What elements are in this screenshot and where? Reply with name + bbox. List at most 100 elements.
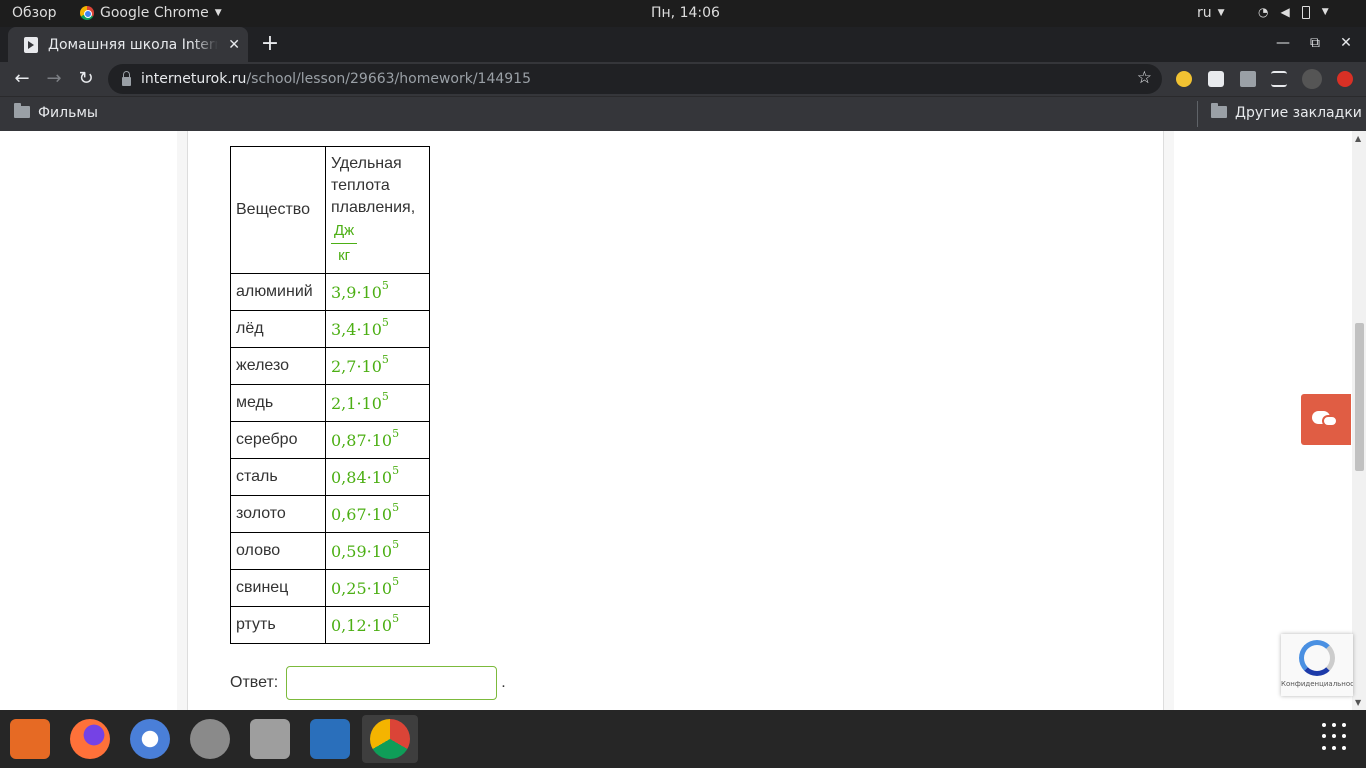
heat-value-mantissa: 0,25·10: [331, 578, 393, 598]
lock-icon: [122, 70, 131, 86]
heat-value: 3,4·105: [331, 316, 389, 339]
heat-value-exponent: 5: [381, 390, 389, 404]
heat-value-mantissa: 0,84·10: [331, 467, 393, 487]
substance-cell: ртуть: [230, 606, 326, 644]
clock[interactable]: Пн, 14:06: [651, 5, 720, 21]
recaptcha-badge[interactable]: Конфиденциальность - Условия: [1281, 634, 1353, 696]
substance-cell: серебро: [230, 421, 326, 459]
dock-writer[interactable]: [305, 715, 355, 763]
reload-icon[interactable]: ↻: [73, 66, 99, 92]
media-control-icon[interactable]: [1271, 71, 1287, 87]
overview-button[interactable]: Обзор: [12, 5, 57, 21]
dock-chromium[interactable]: [125, 715, 175, 763]
heat-value-mantissa: 3,9·10: [331, 282, 382, 302]
heat-value-cell: 0,84·105: [325, 458, 430, 496]
lesson-card: Вещество Удельная теплота плавления, Дж …: [187, 131, 1164, 710]
table-row: олово 0,59·105: [230, 532, 430, 570]
heat-value-mantissa: 0,87·10: [331, 430, 393, 450]
heat-value-exponent: 5: [392, 464, 400, 478]
answer-row: Ответ: .: [230, 666, 506, 700]
heat-value-mantissa: 0,59·10: [331, 541, 393, 561]
browser-tab[interactable]: Домашняя школа Interne ✕: [8, 27, 248, 62]
other-bookmarks[interactable]: Другие закладки: [1211, 103, 1362, 121]
dock-files[interactable]: [245, 715, 295, 763]
heat-value-mantissa: 0,67·10: [331, 504, 393, 524]
heat-value: 0,67·105: [331, 501, 399, 524]
heat-value-mantissa: 3,4·10: [331, 319, 382, 339]
bookmark-star-icon[interactable]: ☆: [1137, 68, 1152, 88]
dock-firefox[interactable]: [65, 715, 115, 763]
volume-icon: ◀: [1280, 5, 1290, 19]
chat-button[interactable]: [1301, 394, 1351, 445]
chromium-icon: [130, 719, 170, 759]
heat-value: 0,87·105: [331, 427, 399, 450]
heat-value-mantissa: 0,12·10: [331, 615, 393, 635]
address-bar[interactable]: interneturok.ru/school/lesson/29663/home…: [108, 64, 1162, 94]
heat-value-cell: 3,4·105: [325, 310, 430, 348]
scroll-up-icon[interactable]: ▲: [1355, 134, 1361, 143]
header-heat-label: Удельная теплота плавления,: [331, 154, 416, 216]
caret-down-icon: ▼: [214, 8, 222, 18]
app-center-icon: [10, 719, 50, 759]
show-apps-button[interactable]: [1322, 723, 1350, 751]
unit-denominator: кг: [338, 246, 351, 264]
header-heat: Удельная теплота плавления, Дж кг: [325, 146, 430, 274]
answer-input[interactable]: [286, 666, 498, 700]
maximize-button[interactable]: ⧉: [1305, 35, 1325, 51]
caret-down-icon: ▼: [1217, 8, 1225, 18]
heat-value-exponent: 5: [392, 612, 400, 626]
dock-app-center[interactable]: [5, 715, 55, 763]
divider: [1197, 101, 1198, 127]
table-row: серебро 0,87·105: [230, 421, 430, 459]
heat-value: 0,59·105: [331, 538, 399, 561]
bookmark-folder-films[interactable]: Фильмы: [14, 103, 98, 121]
dock-chrome[interactable]: [362, 715, 418, 763]
heat-value-cell: 0,87·105: [325, 421, 430, 459]
tab-close-icon[interactable]: ✕: [228, 37, 240, 53]
language-indicator[interactable]: ru ▼: [1197, 5, 1225, 21]
emoji-extension-icon[interactable]: [1176, 71, 1192, 87]
app-menu-label: Google Chrome: [100, 5, 209, 21]
writer-icon: [310, 719, 350, 759]
table-row: железо 2,7·105: [230, 347, 430, 385]
heat-value-exponent: 5: [381, 353, 389, 367]
language-label: ru: [1197, 5, 1212, 21]
dock: [0, 710, 1366, 768]
substance-cell: медь: [230, 384, 326, 422]
heat-value-exponent: 5: [392, 538, 400, 552]
url-host: interneturok.ru: [141, 71, 247, 87]
heat-value: 0,25·105: [331, 575, 399, 598]
dock-settings[interactable]: [185, 715, 235, 763]
page-content: Вещество Удельная теплота плавления, Дж …: [0, 131, 1352, 710]
extension-icon[interactable]: [1208, 71, 1224, 87]
new-tab-button[interactable]: +: [258, 31, 282, 56]
scroll-down-icon[interactable]: ▼: [1355, 698, 1361, 707]
chat-icon-bubble: [1322, 415, 1338, 427]
table-row: медь 2,1·105: [230, 384, 430, 422]
table-row: сталь 0,84·105: [230, 458, 430, 496]
folder-icon: [1211, 103, 1227, 118]
overview-label: Обзор: [12, 5, 57, 21]
heat-value-exponent: 5: [392, 501, 400, 515]
heat-value: 0,12·105: [331, 612, 399, 635]
caret-down-icon: ▼: [1321, 7, 1329, 17]
back-icon[interactable]: ←: [9, 66, 35, 92]
page-scrollbar[interactable]: ▲ ▼: [1352, 131, 1366, 710]
heat-value-cell: 0,12·105: [325, 606, 430, 644]
puzzle-icon[interactable]: [1240, 71, 1256, 87]
scroll-thumb[interactable]: [1355, 323, 1364, 471]
update-icon[interactable]: [1337, 71, 1353, 87]
app-menu[interactable]: Google Chrome ▼: [80, 5, 222, 21]
substance-cell: свинец: [230, 569, 326, 607]
settings-icon: [190, 719, 230, 759]
heat-value-cell: 0,67·105: [325, 495, 430, 533]
avatar[interactable]: [1302, 69, 1322, 89]
heat-value-cell: 3,9·105: [325, 273, 430, 311]
close-window-button[interactable]: ✕: [1336, 35, 1356, 51]
tab-title: Домашняя школа Interne: [48, 36, 219, 53]
minimize-button[interactable]: —: [1273, 35, 1293, 51]
heat-value: 3,9·105: [331, 279, 389, 302]
heat-value: 0,84·105: [331, 464, 399, 487]
system-tray[interactable]: ◔ ◀ ▼: [1258, 5, 1329, 19]
forward-icon[interactable]: →: [41, 66, 67, 92]
